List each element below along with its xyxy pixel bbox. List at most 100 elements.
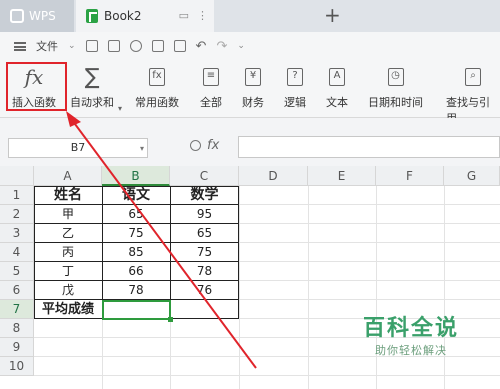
- table-cell[interactable]: 78: [170, 262, 239, 281]
- autosum-button[interactable]: ∑ 自动求和: [70, 64, 114, 110]
- header-cell[interactable]: 姓名: [34, 186, 102, 205]
- column-header-e[interactable]: E: [308, 166, 376, 186]
- fill-handle[interactable]: [168, 317, 173, 322]
- table-cell[interactable]: 丙: [34, 243, 102, 262]
- column-header-g[interactable]: G: [444, 166, 500, 186]
- wps-logo-icon: [10, 9, 24, 23]
- table-cell[interactable]: 丁: [34, 262, 102, 281]
- autosum-dropdown-icon[interactable]: ▾: [118, 104, 122, 113]
- watermark: 百科全说 助你轻松解决: [335, 316, 487, 358]
- grid-line: [308, 186, 309, 389]
- table-cell[interactable]: 85: [102, 243, 170, 262]
- table-cell[interactable]: 78: [102, 281, 170, 300]
- column-header-d[interactable]: D: [239, 166, 308, 186]
- grid-line: [239, 186, 240, 389]
- row-header-10[interactable]: 10: [0, 357, 34, 376]
- table-cell[interactable]: 戊: [34, 281, 102, 300]
- column-header-b[interactable]: B: [102, 166, 170, 186]
- print-icon[interactable]: [151, 40, 164, 52]
- row-header-5[interactable]: 5: [0, 262, 34, 281]
- column-header-c[interactable]: C: [170, 166, 239, 186]
- select-all-corner[interactable]: [0, 166, 34, 186]
- table-cell[interactable]: 甲: [34, 205, 102, 224]
- table-cell[interactable]: 乙: [34, 224, 102, 243]
- grid-line: [376, 186, 377, 389]
- zoom-icon[interactable]: [190, 140, 201, 151]
- formula-input[interactable]: [238, 136, 500, 158]
- menu-icon[interactable]: [14, 41, 26, 51]
- clock-icon: ◷: [386, 66, 406, 88]
- text-button[interactable]: A 文本: [326, 66, 348, 110]
- text-label: 文本: [326, 96, 348, 109]
- dropdown-icon[interactable]: ⌄: [68, 41, 76, 51]
- window-icon[interactable]: ▭: [179, 9, 189, 22]
- star-function-icon: fx: [147, 66, 167, 88]
- red-highlight-box: [6, 62, 67, 111]
- document-tab-label: Book2: [104, 9, 142, 23]
- table-cell[interactable]: 95: [170, 205, 239, 224]
- question-icon: ?: [285, 66, 305, 88]
- average-label-cell[interactable]: 平均成绩: [34, 300, 102, 319]
- more-icon[interactable]: ⋮: [197, 9, 208, 22]
- grid-line: [444, 186, 445, 389]
- document-tab[interactable]: Book2 ▭ ⋮: [76, 0, 214, 32]
- table-cell[interactable]: 75: [170, 243, 239, 262]
- file-menu[interactable]: 文件: [36, 38, 58, 54]
- column-header-f[interactable]: F: [376, 166, 444, 186]
- selected-cell-b7[interactable]: [102, 300, 171, 320]
- datetime-button[interactable]: ◷ 日期和时间: [368, 66, 423, 110]
- logic-label: 逻辑: [284, 96, 306, 109]
- name-box-dropdown-icon[interactable]: ▾: [140, 144, 144, 153]
- yen-icon: ¥: [243, 66, 263, 88]
- spreadsheet-icon: [86, 9, 98, 23]
- customize-icon[interactable]: ⌄: [237, 41, 245, 51]
- search-icon: ⌕: [463, 66, 483, 88]
- table-cell[interactable]: 65: [170, 224, 239, 243]
- row-header-2[interactable]: 2: [0, 205, 34, 224]
- watermark-title: 百科全说: [362, 316, 459, 341]
- table-cell[interactable]: 76: [170, 281, 239, 300]
- print-preview-icon[interactable]: [129, 40, 142, 52]
- table-cell[interactable]: 66: [102, 262, 170, 281]
- common-functions-label: 常用函数: [135, 96, 179, 109]
- new-tab-button[interactable]: +: [324, 4, 341, 26]
- table-cell[interactable]: 65: [102, 205, 170, 224]
- logic-button[interactable]: ? 逻辑: [284, 66, 306, 110]
- datetime-label: 日期和时间: [368, 96, 423, 109]
- title-bar: WPS Book2 ▭ ⋮ +: [0, 0, 500, 32]
- common-functions-button[interactable]: fx 常用函数: [135, 66, 179, 110]
- format-painter-icon[interactable]: [173, 40, 186, 52]
- formula-ribbon: fx 插入函数 ∑ 自动求和 ▾ fx 常用函数 ≡ 全部 ¥ 财务 ? 逻辑 …: [0, 60, 500, 125]
- fx-button[interactable]: fx: [207, 138, 219, 153]
- undo-icon[interactable]: ↶: [196, 39, 207, 54]
- all-functions-button[interactable]: ≡ 全部: [200, 66, 222, 110]
- sigma-icon: ∑: [84, 64, 100, 90]
- finance-button[interactable]: ¥ 财务: [242, 66, 264, 110]
- row-header-7[interactable]: 7: [0, 300, 34, 319]
- grid-line: [34, 375, 500, 376]
- redo-icon[interactable]: ↷: [216, 39, 227, 54]
- save-icon[interactable]: [107, 40, 120, 52]
- wps-home-tab[interactable]: WPS: [0, 0, 74, 32]
- row-header-8[interactable]: 8: [0, 319, 34, 338]
- all-functions-label: 全部: [200, 96, 222, 109]
- all-functions-icon: ≡: [201, 66, 221, 88]
- name-box[interactable]: B7: [8, 138, 148, 158]
- finance-label: 财务: [242, 96, 264, 109]
- text-a-icon: A: [327, 66, 347, 88]
- formula-tools: fx: [190, 138, 219, 153]
- column-header-a[interactable]: A: [34, 166, 102, 186]
- open-icon[interactable]: [85, 40, 98, 52]
- menu-bar: 文件 ⌄ ↶ ↷ ⌄: [0, 32, 500, 60]
- row-header-6[interactable]: 6: [0, 281, 34, 300]
- table-cell[interactable]: 75: [102, 224, 170, 243]
- row-header-9[interactable]: 9: [0, 338, 34, 357]
- wps-tab-label: WPS: [29, 9, 56, 23]
- row-header-1[interactable]: 1: [0, 186, 34, 205]
- row-header-4[interactable]: 4: [0, 243, 34, 262]
- lookup-button[interactable]: ⌕ 查找与引用: [446, 66, 500, 126]
- header-cell[interactable]: 语文: [102, 186, 170, 205]
- row-header-3[interactable]: 3: [0, 224, 34, 243]
- autosum-label: 自动求和: [70, 96, 114, 109]
- header-cell[interactable]: 数学: [170, 186, 239, 205]
